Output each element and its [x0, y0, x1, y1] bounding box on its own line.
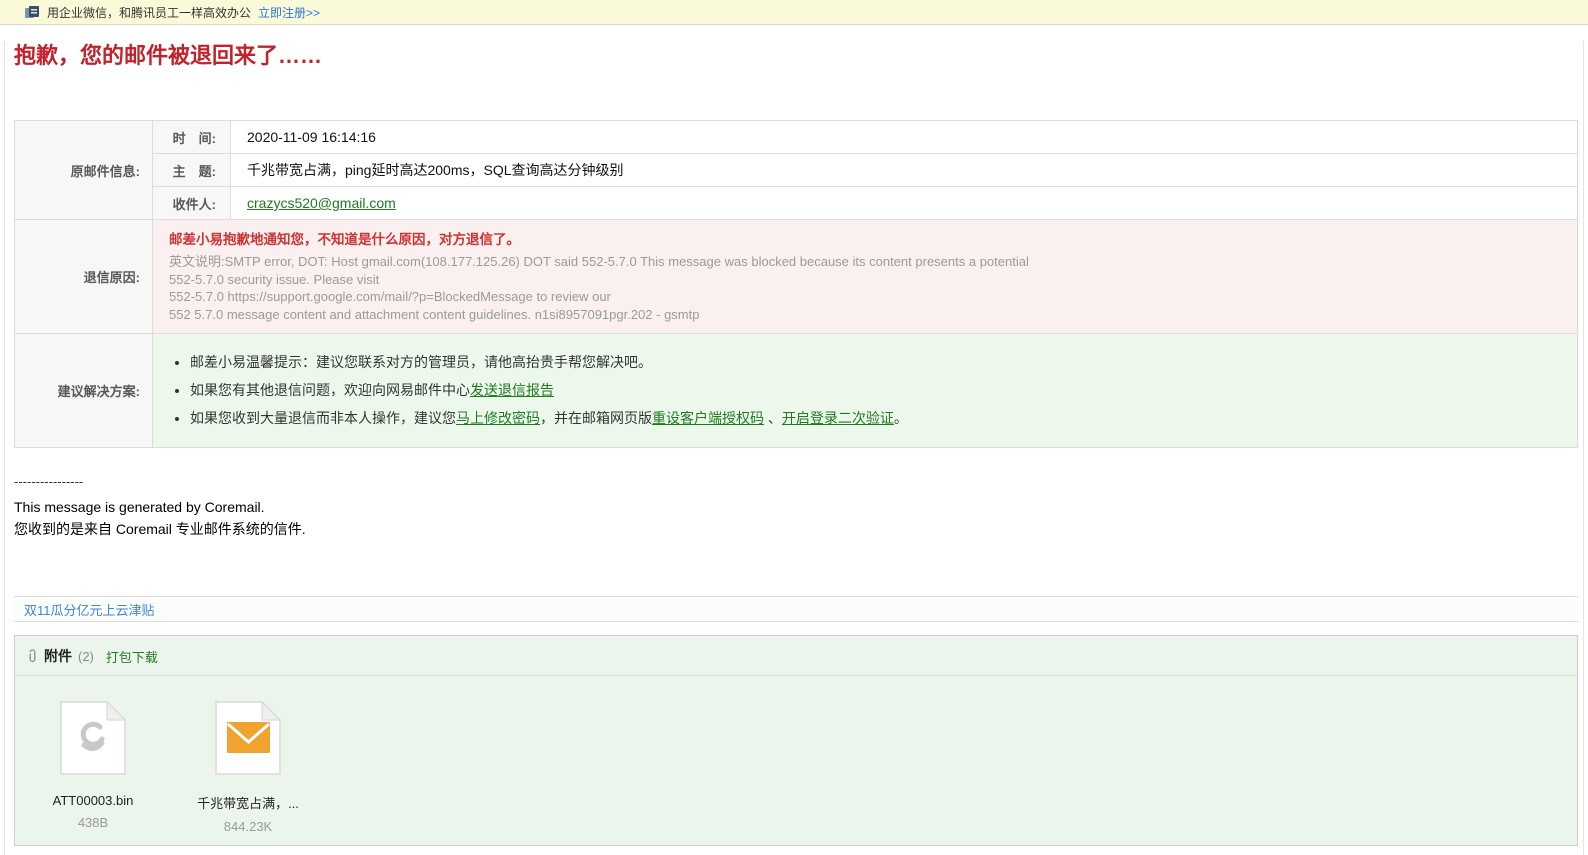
solution-item: 如果您收到大量退信而非本人操作，建议您马上修改密码，并在邮箱网页版重设客户端授权…: [190, 409, 1577, 428]
bounce-info-table: 原邮件信息: 时 间: 2020-11-09 16:14:16 主 题: 千兆带…: [14, 120, 1578, 448]
reset-auth-code-link[interactable]: 重设客户端授权码: [652, 410, 764, 426]
attachment-item[interactable]: 千兆带宽占满，... 844.23K: [182, 700, 314, 834]
solution-text: 邮差小易温馨提示：建议您联系对方的管理员，请他高抬贵手帮您解决吧。: [190, 354, 652, 370]
subject-label: 主 题:: [152, 153, 231, 187]
file-name: ATT00003.bin: [52, 793, 134, 808]
promo-link[interactable]: 双11瓜分亿元上云津贴: [24, 600, 155, 619]
time-label: 时 间:: [152, 120, 231, 154]
promo-banner: 用企业微信，和腾讯员工一样高效办公 立即注册>>: [0, 0, 1588, 25]
solution-item: 邮差小易温馨提示：建议您联系对方的管理员，请他高抬贵手帮您解决吧。: [190, 353, 1577, 372]
promo-link-bar: 双11瓜分亿元上云津贴: [14, 596, 1578, 622]
table-row: 主 题: 千兆带宽占满，ping延时高达200ms，SQL查询高达分钟级别: [15, 153, 1578, 187]
bounce-detail-line: 552-5.7.0 https://support.google.com/mai…: [169, 289, 611, 304]
solution-text: 如果您收到大量退信而非本人操作，建议您: [190, 410, 456, 426]
file-size: 438B: [77, 815, 109, 830]
attachments-title: 附件: [44, 648, 72, 664]
bounce-reason-cell: 邮差小易抱歉地通知您，不知道是什么原因，对方退信了。 英文说明:SMTP err…: [152, 219, 1578, 334]
bounce-detail-line: 552-5.7.0 security issue. Please visit: [169, 271, 380, 287]
file-name: 千兆带宽占满，...: [197, 796, 299, 811]
bounce-detail-line: 英文说明:SMTP error, DOT: Host gmail.com(108…: [169, 254, 1029, 269]
attachment-item[interactable]: ATT00003.bin 438B: [27, 700, 159, 834]
attachments-count: (2): [78, 648, 94, 664]
send-report-link[interactable]: 发送退信报告: [470, 382, 554, 398]
subject-value: 千兆带宽占满，ping延时高达200ms，SQL查询高达分钟级别: [230, 153, 1578, 187]
solution-text: 。: [893, 410, 908, 426]
bounce-detail-line: 552 5.7.0 message content and attachment…: [169, 306, 700, 322]
solution-cell: 邮差小易温馨提示：建议您联系对方的管理员，请他高抬贵手帮您解决吧。 如果您有其他…: [152, 333, 1578, 448]
table-row: 原邮件信息: 时 间: 2020-11-09 16:14:16: [14, 120, 1578, 220]
coremail-footer: ---------------- This message is generat…: [14, 474, 1578, 540]
mail-file-icon: [215, 700, 282, 779]
enable-2fa-link[interactable]: 开启登录二次验证: [782, 410, 894, 426]
paperclip-icon: [27, 648, 38, 664]
attachments-panel: 附件 (2) 打包下载 ATT00003.bin 438B 千兆带宽占满，...…: [14, 635, 1578, 846]
table-row: 建议解决方案: 邮差小易温馨提示：建议您联系对方的管理员，请他高抬贵手帮您解决吧…: [14, 333, 1578, 448]
file-size: 844.23K: [223, 819, 273, 834]
footer-line: This message is generated by Coremail.: [14, 499, 265, 515]
solution-text: ，并在邮箱网页版: [540, 410, 652, 426]
solution-item: 如果您有其他退信问题，欢迎向网易邮件中心发送退信报告: [190, 381, 1577, 400]
table-row: 收件人: crazycs520@gmail.com: [15, 186, 1578, 220]
bounce-notice: 邮差小易抱歉地通知您，不知道是什么原因，对方退信了。: [169, 232, 520, 247]
recipient-label: 收件人:: [152, 186, 231, 220]
change-password-link[interactable]: 马上修改密码: [456, 410, 540, 426]
time-value: 2020-11-09 16:14:16: [230, 120, 1578, 154]
attachments-header: 附件 (2) 打包下载: [15, 636, 1577, 676]
table-row: 退信原因: 邮差小易抱歉地通知您，不知道是什么原因，对方退信了。 英文说明:SM…: [14, 219, 1578, 334]
solution-list: 邮差小易温馨提示：建议您联系对方的管理员，请他高抬贵手帮您解决吧。 如果您有其他…: [153, 353, 1577, 428]
footer-line: 您收到的是来自 Coremail 专业邮件系统的信件.: [14, 521, 306, 537]
solution-text: 、: [764, 410, 782, 426]
footer-divider: ----------------: [14, 474, 84, 489]
mail-body: 抱歉，您的邮件被退回来了…… 原邮件信息: 时 间: 2020-11-09 16…: [4, 41, 1584, 855]
recipient-value: crazycs520@gmail.com: [230, 186, 1578, 220]
attachments-list: ATT00003.bin 438B 千兆带宽占满，... 844.23K: [15, 676, 1577, 834]
netease-file-icon: [60, 700, 127, 779]
recipient-email-link[interactable]: crazycs520@gmail.com: [247, 195, 396, 211]
original-mail-label: 原邮件信息:: [14, 120, 153, 220]
banner-text: 用企业微信，和腾讯员工一样高效办公: [47, 5, 252, 20]
solution-label: 建议解决方案:: [14, 333, 153, 448]
page-title: 抱歉，您的邮件被退回来了……: [14, 43, 323, 68]
download-all-link[interactable]: 打包下载: [106, 647, 158, 666]
solution-text: 如果您有其他退信问题，欢迎向网易邮件中心: [190, 382, 470, 398]
bounce-reason-label: 退信原因:: [14, 219, 153, 334]
register-link[interactable]: 立即注册>>: [258, 4, 320, 21]
wecom-icon: [24, 4, 40, 20]
